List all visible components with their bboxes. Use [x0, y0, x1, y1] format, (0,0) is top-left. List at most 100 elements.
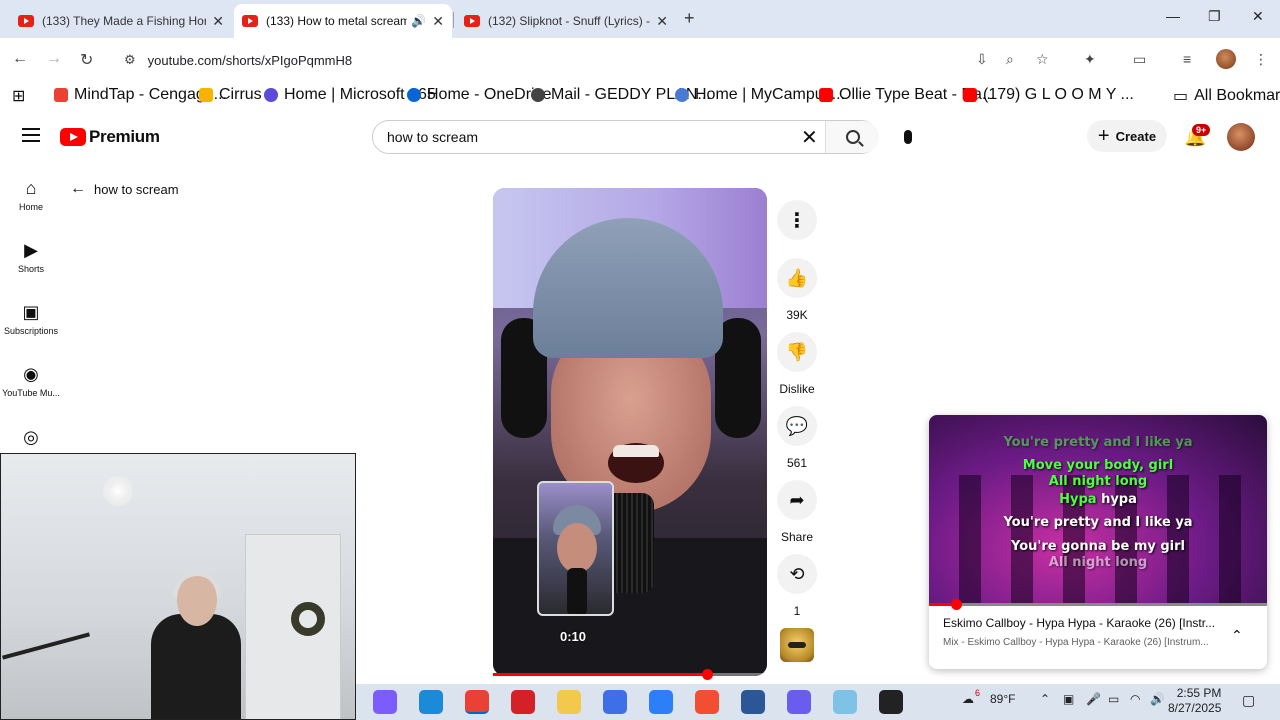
- taskbar-copilot-icon[interactable]: [373, 690, 397, 714]
- bookmark-label: (179) G L O O M Y ...: [983, 86, 1134, 103]
- sidebar-item-home[interactable]: ⌂ Home: [0, 178, 62, 212]
- weather-icon[interactable]: ☁: [962, 692, 974, 706]
- remix-count: 1: [793, 604, 801, 618]
- split-view-icon[interactable]: ▭: [1133, 51, 1146, 68]
- lyric-rest: hypa: [1096, 492, 1137, 507]
- bookmark-onedrive[interactable]: Home - OneDrive: [407, 86, 551, 104]
- shorts-progress-bar[interactable]: [493, 669, 767, 680]
- taskbar-store-icon[interactable]: [649, 690, 673, 714]
- restore-button[interactable]: ❐: [1208, 8, 1221, 25]
- dislike-button[interactable]: 👎 Dislike: [777, 332, 817, 396]
- webcam-overlay: [0, 453, 356, 720]
- remix-button[interactable]: ⟲ 1: [777, 554, 817, 618]
- taskbar-edge-icon[interactable]: [419, 690, 443, 714]
- search-button[interactable]: [825, 121, 879, 153]
- voice-search-button[interactable]: [893, 120, 923, 154]
- back-arrow-icon[interactable]: ←: [12, 50, 28, 68]
- taskbar-opera-icon[interactable]: [511, 690, 535, 714]
- temperature[interactable]: 89°F: [990, 692, 1015, 706]
- network-adapter-icon[interactable]: ▣: [1063, 692, 1074, 706]
- close-window-button[interactable]: ✕: [1252, 8, 1264, 25]
- create-button[interactable]: + Create: [1087, 120, 1167, 152]
- sidebar-item-subscriptions[interactable]: ▣ Subscriptions: [0, 302, 62, 336]
- taskbar-chrome-icon[interactable]: [465, 690, 489, 714]
- tab-slipknot[interactable]: (132) Slipknot - Snuff (Lyrics) - \ ✕: [456, 4, 676, 38]
- mic-stand: [2, 632, 90, 660]
- channel-avatar[interactable]: [780, 628, 814, 662]
- all-bookmarks-label: All Bookmarks: [1194, 87, 1280, 104]
- progress-scrubber[interactable]: [701, 669, 713, 680]
- chevron-up-icon[interactable]: ⌃: [1040, 692, 1050, 706]
- bookmark-gloomy[interactable]: (179) G L O O M Y ...: [963, 86, 1134, 104]
- subscriptions-icon: ▣: [22, 302, 40, 322]
- sidebar-item-youtube-music[interactable]: ◉ YouTube Mu...: [0, 364, 62, 398]
- install-icon[interactable]: ⇩: [976, 51, 988, 68]
- progress-scrubber[interactable]: [951, 599, 963, 610]
- sidebar-item-shorts[interactable]: ▶ Shorts: [0, 240, 62, 274]
- youtube-logo[interactable]: Premium: [60, 127, 160, 147]
- close-tab-icon[interactable]: ✕: [656, 13, 668, 30]
- like-button[interactable]: 👍 39K: [777, 258, 817, 322]
- taskbar-word-icon[interactable]: [741, 690, 765, 714]
- url-text: youtube.com/shorts/xPIgoPqmmH8: [147, 52, 353, 68]
- menu-icon[interactable]: [22, 128, 40, 146]
- taskbar-git-icon[interactable]: [695, 690, 719, 714]
- more-options-button[interactable]: ⋮: [777, 200, 817, 250]
- bookmark-favicon: [54, 88, 68, 102]
- close-tab-icon[interactable]: ✕: [432, 13, 444, 30]
- more-vertical-icon: ⋮: [777, 200, 817, 240]
- apps-grid-icon[interactable]: ⊞: [12, 86, 25, 106]
- bookmark-star-icon[interactable]: ☆: [1036, 51, 1049, 68]
- forward-arrow-icon[interactable]: →: [46, 50, 62, 68]
- site-info-icon[interactable]: ⚙: [124, 52, 136, 68]
- notifications-icon[interactable]: ▢: [1242, 692, 1255, 709]
- youtube-icon: [464, 15, 480, 27]
- wreath: [291, 602, 325, 636]
- all-bookmarks[interactable]: ▭ All Bookmarks: [1173, 86, 1280, 106]
- youtube-icon: [18, 15, 34, 27]
- taskbar-obs-icon[interactable]: [879, 690, 903, 714]
- clear-search-icon[interactable]: ✕: [801, 125, 818, 150]
- weather-badge: 6: [975, 688, 981, 698]
- miniplayer-progress-bar[interactable]: [929, 599, 1267, 610]
- wifi-icon[interactable]: ◠: [1130, 692, 1140, 706]
- preview-mic: [567, 568, 587, 614]
- zoom-icon[interactable]: ⌕: [1006, 51, 1014, 68]
- tab-fishing[interactable]: (133) They Made a Fishing Hori ✕: [10, 4, 232, 38]
- account-avatar[interactable]: [1227, 123, 1255, 151]
- new-tab-button[interactable]: +: [684, 8, 695, 29]
- tab-metal-scream[interactable]: (133) How to metal scream 🔊 ✕: [234, 4, 452, 38]
- system-clock[interactable]: 2:55 PM 8/27/2025: [1168, 686, 1221, 716]
- battery-icon[interactable]: ▭: [1108, 692, 1119, 706]
- media-control-icon[interactable]: ≡: [1183, 51, 1191, 67]
- reload-icon[interactable]: ↻: [80, 50, 93, 70]
- back-to-search[interactable]: ← how to scream: [70, 180, 179, 198]
- volume-icon[interactable]: 🔊: [1150, 692, 1165, 706]
- sidebar-item-you[interactable]: ◎: [0, 427, 62, 451]
- video-teeth: [613, 445, 659, 457]
- chevron-up-icon[interactable]: ⌃: [1231, 627, 1243, 644]
- minimize-button[interactable]: —: [1166, 8, 1180, 24]
- address-bar[interactable]: ⚙ youtube.com/shorts/xPIgoPqmmH8: [110, 45, 1000, 75]
- taskbar-notepad-icon[interactable]: [833, 690, 857, 714]
- share-button[interactable]: ➦ Share: [777, 480, 817, 544]
- taskbar-discord-icon[interactable]: [787, 690, 811, 714]
- create-label: Create: [1115, 128, 1157, 144]
- extensions-icon[interactable]: ✦: [1084, 51, 1096, 68]
- shorts-video-player[interactable]: [493, 188, 767, 676]
- comments-button[interactable]: 💬 561: [777, 406, 817, 470]
- youtube-icon: [963, 88, 977, 102]
- bookmark-cirrus[interactable]: Cirrus: [199, 86, 262, 104]
- search-input[interactable]: [387, 129, 787, 145]
- taskbar-file-explorer-icon[interactable]: [557, 690, 581, 714]
- bookmark-favicon: [199, 88, 213, 102]
- miniplayer[interactable]: You're pretty and I like ya Move your bo…: [929, 415, 1267, 669]
- microphone-icon[interactable]: 🎤: [1086, 692, 1101, 706]
- tab-separator: [453, 12, 454, 28]
- speaker-icon[interactable]: 🔊: [411, 14, 426, 28]
- taskbar-m365-icon[interactable]: [603, 690, 627, 714]
- browser-menu-icon[interactable]: ⋮: [1254, 51, 1268, 68]
- profile-avatar[interactable]: [1216, 49, 1236, 69]
- miniplayer-title[interactable]: Eskimo Callboy - Hypa Hypa - Karaoke (26…: [943, 616, 1223, 630]
- close-tab-icon[interactable]: ✕: [212, 13, 224, 30]
